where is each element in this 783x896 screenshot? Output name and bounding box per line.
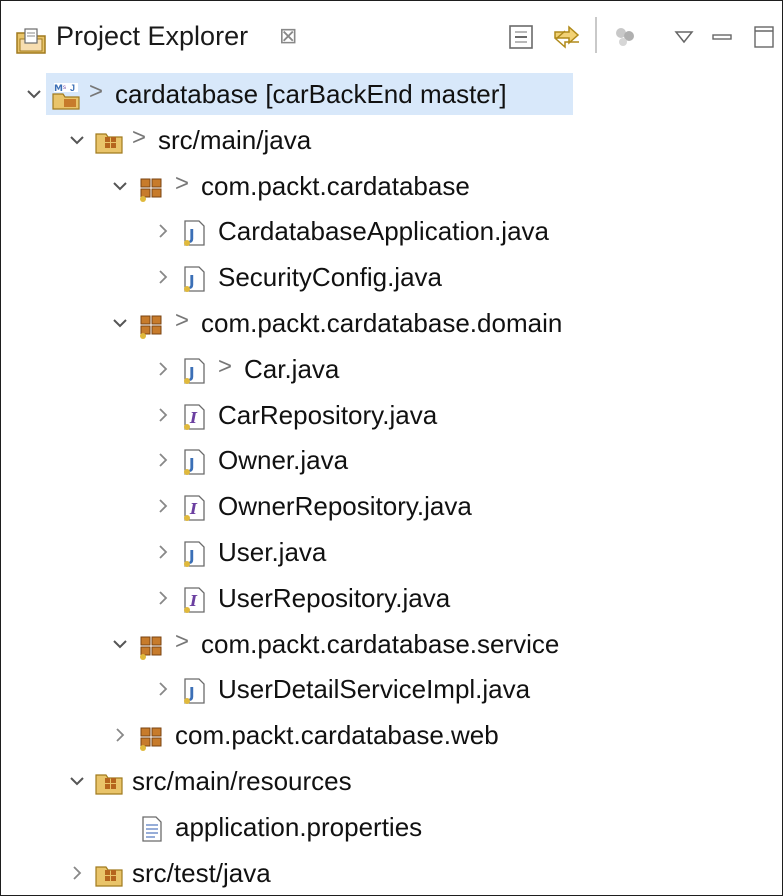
git-dirty-decoration: >	[132, 123, 147, 151]
package-icon	[137, 310, 167, 345]
java-class-icon: J	[180, 356, 210, 391]
source-folder-icon	[94, 768, 124, 803]
chevron-right-icon[interactable]	[154, 268, 172, 286]
tree-node[interactable]: application.properties	[1, 804, 782, 848]
link-with-editor-icon[interactable]	[545, 17, 589, 57]
chevron-right-icon[interactable]	[154, 406, 172, 424]
chevron-right-icon[interactable]	[154, 497, 172, 515]
git-dirty-decoration: >	[89, 78, 104, 105]
close-view-icon[interactable]: ⊠	[279, 23, 297, 49]
chevron-right-icon[interactable]	[154, 360, 172, 378]
git-dirty-decoration: >	[218, 352, 233, 380]
package-icon	[137, 631, 167, 666]
java-interface-icon: I	[180, 585, 210, 620]
svg-text:I: I	[189, 409, 198, 427]
chevron-down-icon[interactable]	[68, 772, 86, 790]
tab-project-explorer[interactable]: Project Explorer ⊠	[1, 1, 331, 73]
java-class-icon: J	[180, 264, 210, 299]
tree-node[interactable]: I OwnerRepository.java	[1, 483, 782, 527]
tree-node-label: CardatabaseApplication.java	[218, 216, 549, 247]
chevron-right-icon[interactable]	[111, 726, 129, 744]
tree-node[interactable]: I UserRepository.java	[1, 575, 782, 619]
properties-file-icon	[137, 814, 167, 849]
tree-node-label: User.java	[218, 537, 327, 567]
chevron-right-icon[interactable]	[154, 451, 172, 469]
tree-node[interactable]: > com.packt.cardatabase.service	[1, 621, 782, 665]
tree-node-label: Owner.java	[218, 445, 349, 476]
git-dirty-decoration: >	[175, 307, 190, 334]
toolbar-separator	[595, 17, 597, 53]
tree-node[interactable]: J Owner.java	[1, 437, 782, 481]
java-interface-icon: I	[180, 493, 210, 528]
view-tab-bar: Project Explorer ⊠	[1, 1, 782, 73]
tree-node-label: cardatabase [carBackEnd master]	[115, 79, 507, 109]
svg-text:I: I	[189, 500, 198, 518]
tree-node[interactable]: I CarRepository.java	[1, 392, 782, 436]
chevron-down-icon[interactable]	[111, 314, 129, 332]
chevron-down-icon[interactable]	[111, 635, 129, 653]
tree-node[interactable]: src/main/resources	[1, 758, 782, 802]
tree-node-label: src/main/resources	[132, 766, 352, 796]
minimize-icon[interactable]	[707, 17, 737, 57]
tree-node-label: CarRepository.java	[218, 399, 438, 430]
tree-node-label: com.packt.cardatabase.domain	[201, 308, 563, 338]
maximize-icon[interactable]	[749, 17, 779, 57]
tree-node[interactable]: J User.java	[1, 529, 782, 573]
tree-node[interactable]: > src/main/java	[1, 117, 782, 161]
maven-project-icon: M s J	[51, 81, 81, 116]
tree-node[interactable]: com.packt.cardatabase.web	[1, 712, 782, 756]
filters-icon[interactable]	[607, 17, 643, 57]
git-dirty-decoration: >	[175, 169, 190, 197]
tree-node-label: application.properties	[175, 811, 423, 842]
svg-text:M: M	[54, 84, 63, 94]
tree-node[interactable]: M s J > cardatabase [carBackEnd master]	[1, 71, 782, 115]
package-icon	[137, 173, 167, 208]
tree-node-label: UserDetailServiceImpl.java	[218, 674, 531, 705]
java-class-icon: J	[180, 218, 210, 253]
tree-node[interactable]: J SecurityConfig.java	[1, 254, 782, 298]
tree-node-label: src/main/java	[158, 124, 312, 155]
tree-node-label: Car.java	[244, 353, 340, 384]
chevron-right-icon[interactable]	[68, 864, 86, 882]
project-explorer-icon	[15, 27, 47, 60]
chevron-right-icon[interactable]	[154, 222, 172, 240]
view-menu-icon[interactable]	[669, 17, 699, 57]
tree-node[interactable]: J CardatabaseApplication.java	[1, 208, 782, 252]
source-folder-icon	[94, 860, 124, 895]
tree-node-label: OwnerRepository.java	[218, 491, 472, 522]
tree-node[interactable]: > com.packt.cardatabase	[1, 163, 782, 207]
chevron-right-icon[interactable]	[154, 589, 172, 607]
project-explorer-view: Project Explorer ⊠ M s J > cardatabase […	[0, 0, 783, 896]
tree-node-label: com.packt.cardatabase.web	[175, 720, 499, 751]
java-interface-icon: I	[180, 402, 210, 437]
tree-node[interactable]: J > Car.java	[1, 346, 782, 390]
view-title: Project Explorer	[56, 21, 249, 51]
chevron-right-icon[interactable]	[154, 680, 172, 698]
chevron-down-icon[interactable]	[111, 177, 129, 195]
collapse-all-icon[interactable]	[501, 17, 541, 57]
git-dirty-decoration: >	[175, 627, 190, 655]
java-class-icon: J	[180, 676, 210, 711]
svg-text:s: s	[63, 85, 66, 91]
tree-node-label: src/test/java	[132, 857, 271, 888]
chevron-right-icon[interactable]	[154, 543, 172, 561]
svg-text:I: I	[189, 592, 198, 610]
tree-node[interactable]: src/test/java	[1, 850, 782, 894]
package-icon	[137, 722, 167, 757]
java-class-icon: J	[180, 539, 210, 574]
tree-node-label: UserRepository.java	[218, 582, 451, 613]
chevron-down-icon[interactable]	[68, 131, 86, 149]
tree-node[interactable]: > com.packt.cardatabase.domain	[1, 300, 782, 344]
tree-node-label: com.packt.cardatabase.service	[201, 628, 560, 659]
java-class-icon: J	[180, 447, 210, 482]
svg-text:J: J	[70, 83, 75, 93]
source-folder-icon	[94, 127, 124, 162]
tree-node-label: com.packt.cardatabase	[201, 170, 470, 201]
chevron-down-icon[interactable]	[25, 85, 43, 103]
tree-node-label: SecurityConfig.java	[218, 262, 442, 293]
tree-node[interactable]: J UserDetailServiceImpl.java	[1, 666, 782, 710]
